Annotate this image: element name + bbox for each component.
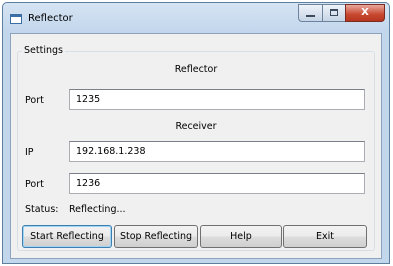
title-bar[interactable]: Reflector X: [3, 3, 389, 33]
close-button[interactable]: X: [345, 4, 385, 22]
window-app-icon: [10, 14, 22, 24]
settings-groupbox: Settings Reflector Port 1235 Receiver IP…: [17, 45, 375, 251]
status-value: Reflecting...: [69, 204, 126, 215]
close-icon: X: [361, 7, 369, 18]
reflector-port-input[interactable]: 1235: [69, 89, 365, 110]
receiver-ip-input[interactable]: 192.168.1.238: [69, 141, 365, 162]
settings-group-label: Settings: [22, 45, 65, 56]
status-label: Status:: [25, 204, 59, 215]
minimize-icon: [306, 15, 315, 17]
help-button[interactable]: Help: [200, 225, 282, 248]
exit-button[interactable]: Exit: [283, 225, 367, 248]
reflector-section-heading: Reflector: [174, 64, 218, 75]
receiver-section-heading: Receiver: [175, 121, 217, 132]
window-title: Reflector: [28, 13, 73, 24]
reflector-port-label: Port: [25, 95, 44, 106]
receiver-port-label: Port: [25, 179, 44, 190]
receiver-port-input[interactable]: 1236: [69, 173, 365, 194]
receiver-ip-label: IP: [25, 147, 34, 158]
minimize-button[interactable]: [298, 4, 322, 22]
client-area: Settings Reflector Port 1235 Receiver IP…: [10, 33, 382, 259]
start-reflecting-button[interactable]: Start Reflecting: [22, 225, 112, 248]
reflector-window: Reflector X Settings Reflector Port 1235…: [2, 2, 390, 264]
maximize-button[interactable]: [322, 4, 345, 22]
stop-reflecting-button[interactable]: Stop Reflecting: [114, 225, 198, 248]
maximize-icon: [330, 9, 338, 16]
caption-buttons: X: [298, 4, 385, 22]
